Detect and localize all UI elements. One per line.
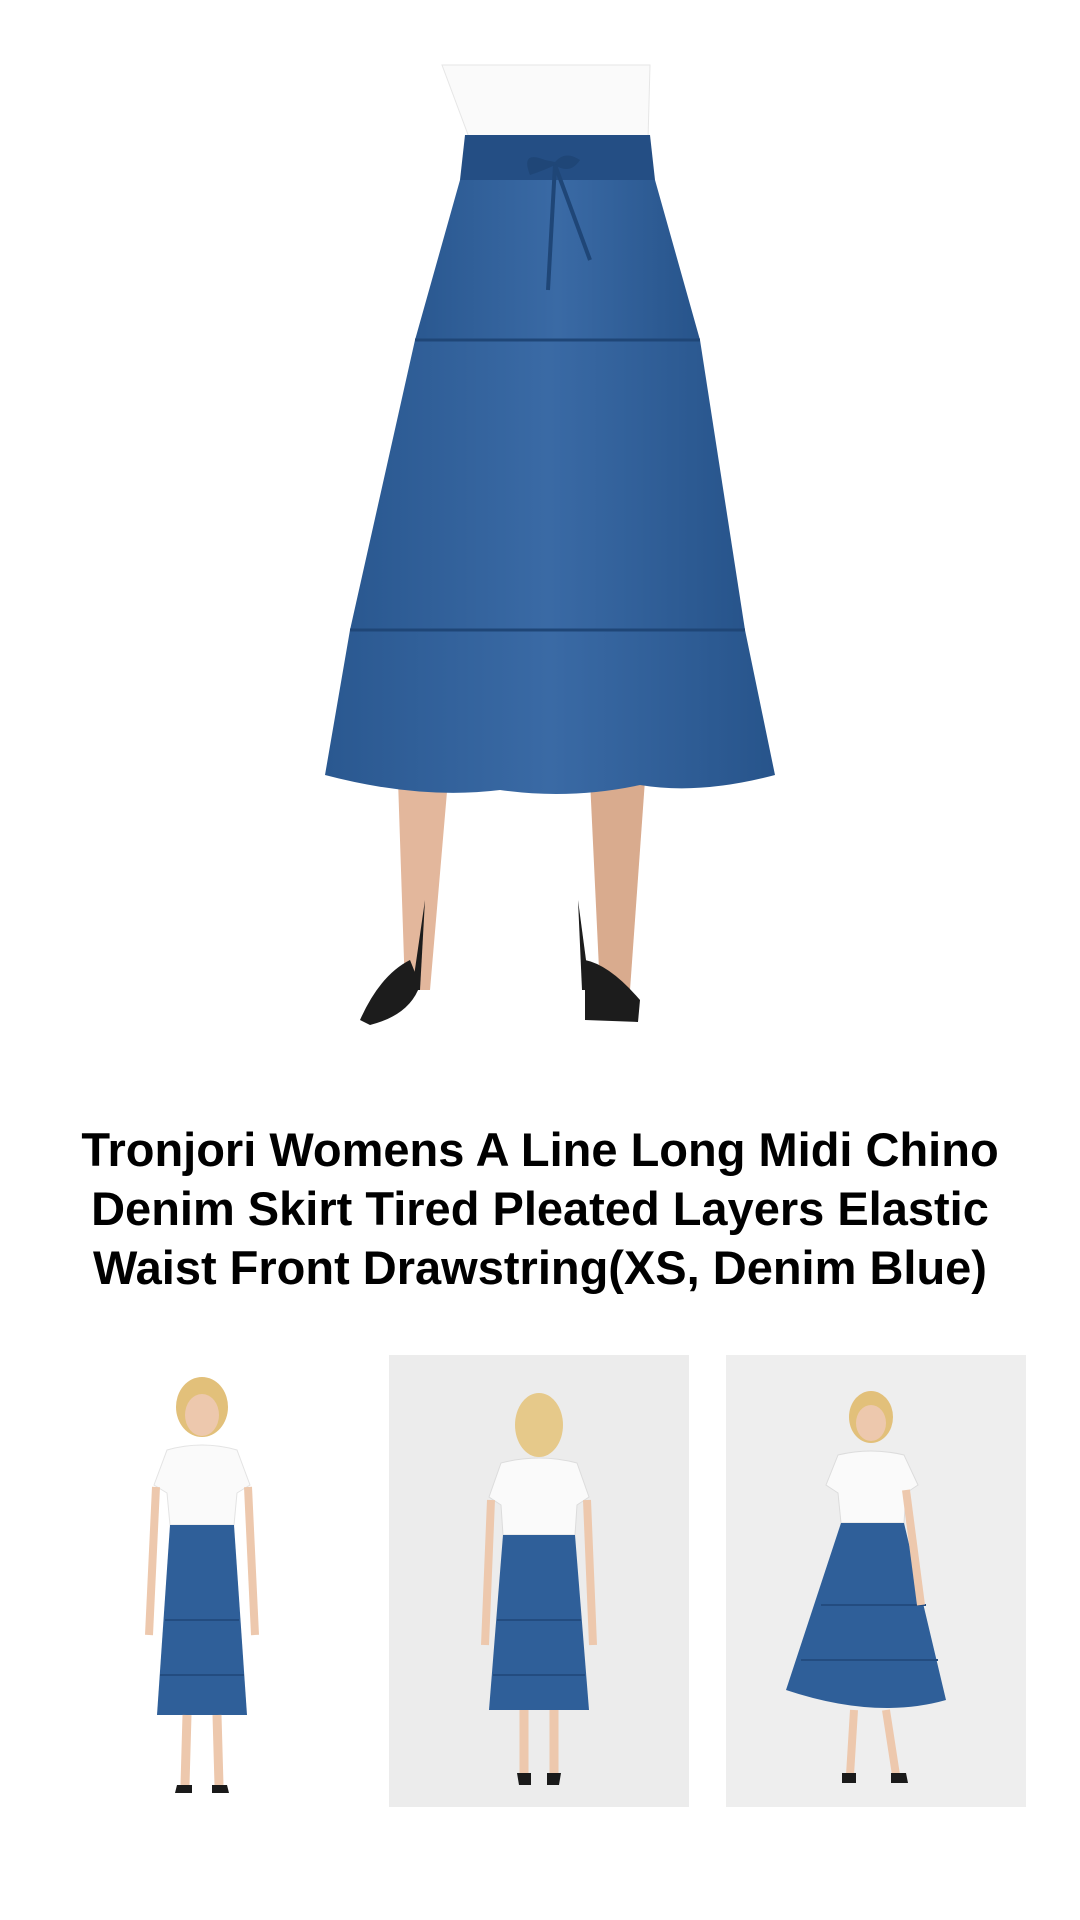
thumbnail-back-image [481,1393,597,1785]
skirt-illustration [325,64,775,1025]
thumbnail-front-view[interactable] [52,1355,352,1807]
thumbnail-twirl-view[interactable] [726,1355,1026,1807]
product-title: Tronjori Womens A Line Long Midi Chino D… [81,1123,999,1294]
thumbnail-front-image [145,1377,259,1793]
thumbnail-twirl-image [786,1391,946,1783]
main-product-image[interactable] [0,0,1080,1090]
thumbnail-back-view[interactable] [389,1355,689,1807]
